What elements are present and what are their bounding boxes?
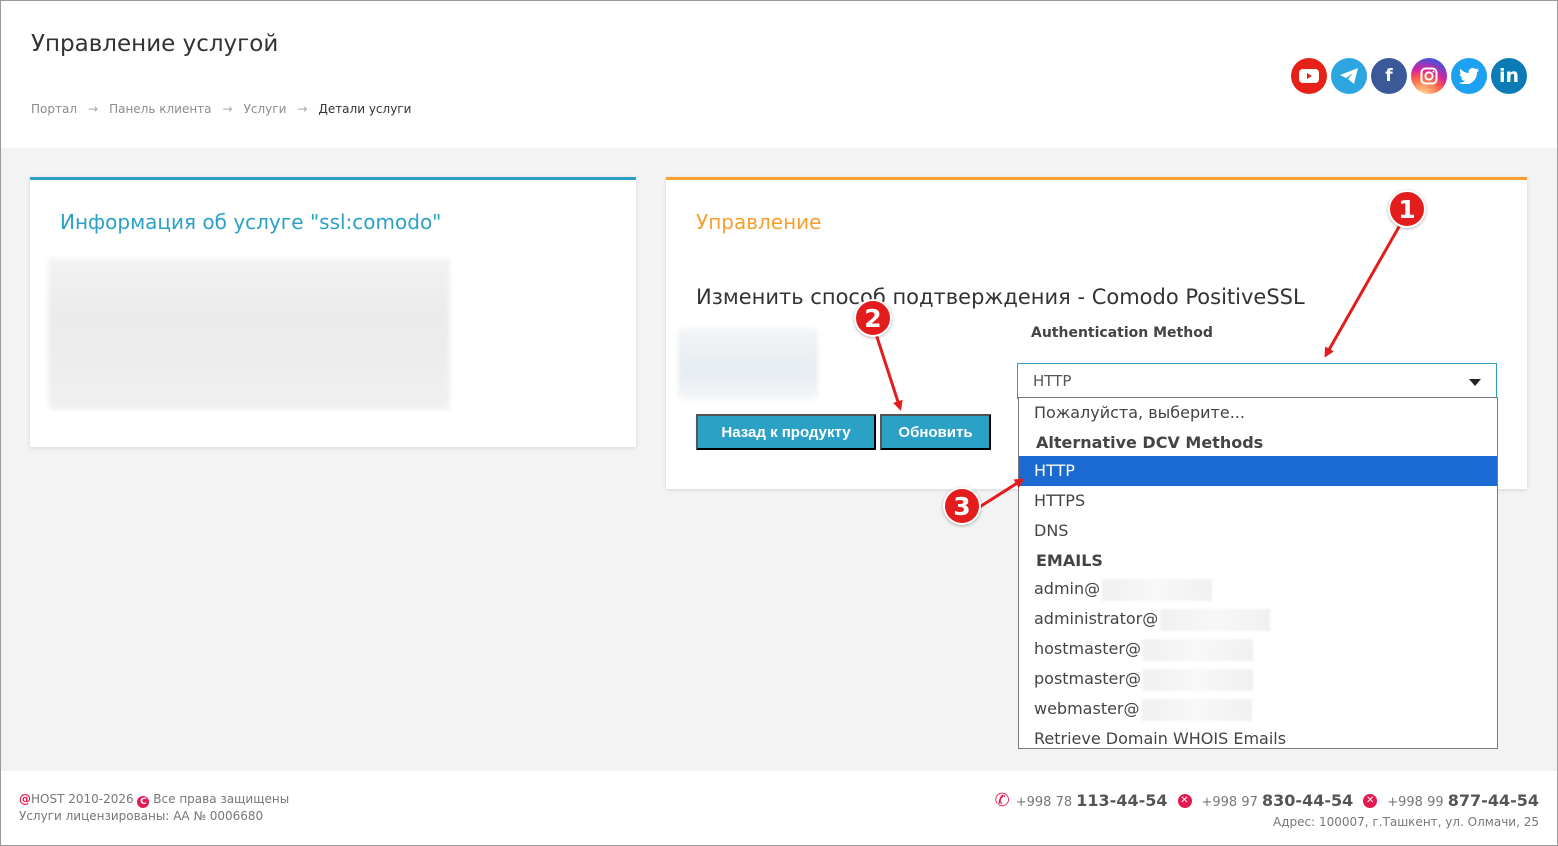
email-prefix: hostmaster@ xyxy=(1034,639,1141,658)
dropdown-group-emails: EMAILS xyxy=(1036,551,1103,570)
copyright-text: HOST 2010-2026 xyxy=(31,792,134,806)
dropdown-option-postmaster-email[interactable]: postmaster@ xyxy=(1019,664,1497,694)
annotation-marker-2: 2 xyxy=(854,299,892,337)
dropdown-option-hostmaster-email[interactable]: hostmaster@ xyxy=(1019,634,1497,664)
back-to-product-button[interactable]: Назад к продукту xyxy=(696,414,876,450)
auth-method-label: Authentication Method xyxy=(1031,325,1213,341)
instagram-icon[interactable] xyxy=(1411,58,1447,94)
dropdown-option-whois[interactable]: Retrieve Domain WHOIS Emails xyxy=(1019,724,1497,754)
separator-icon: ✕ xyxy=(1177,793,1192,808)
social-links: f in xyxy=(1291,58,1527,94)
annotation-marker-1: 1 xyxy=(1388,190,1426,228)
auth-method-value: HTTP xyxy=(1033,372,1072,390)
breadcrumb-arrow-icon: → xyxy=(297,102,308,116)
service-info-panel: Информация об услуге "ssl:comodo" xyxy=(30,177,636,447)
license-text: Услуги лицензированы: АА № 0006680 xyxy=(19,809,264,823)
page-footer: @HOST 2010-2026 C Все права защищены Усл… xyxy=(1,771,1557,845)
blurred-domain xyxy=(1142,638,1253,661)
brand-at-symbol: @ xyxy=(19,792,31,806)
email-prefix: postmaster@ xyxy=(1034,669,1141,688)
breadcrumb: Портал → Панель клиента → Услуги → Детал… xyxy=(31,102,411,116)
dropdown-option-dns[interactable]: DNS xyxy=(1019,516,1497,546)
phone-2[interactable]: +998 97 830-44-54 xyxy=(1202,791,1354,810)
twitter-icon[interactable] xyxy=(1451,58,1487,94)
update-button[interactable]: Обновить xyxy=(880,414,991,450)
phone-1[interactable]: +998 78 113-44-54 xyxy=(1016,791,1168,810)
facebook-icon[interactable]: f xyxy=(1371,58,1407,94)
caret-down-icon xyxy=(1469,379,1481,386)
phone-3[interactable]: +998 99 877-44-54 xyxy=(1387,791,1539,810)
breadcrumb-current: Детали услуги xyxy=(318,102,412,116)
service-info-title: Информация об услуге "ssl:comodo" xyxy=(60,210,442,234)
footer-contacts: ✆ +998 78 113-44-54 ✕ +998 97 830-44-54 … xyxy=(995,790,1539,829)
blurred-domain xyxy=(1102,578,1213,601)
page-title: Управление услугой xyxy=(31,31,279,57)
dropdown-option-https[interactable]: HTTPS xyxy=(1019,486,1497,516)
address-text: Адрес: 100007, г.Ташкент, ул. Олмачи, 25 xyxy=(1273,815,1539,829)
breadcrumb-arrow-icon: → xyxy=(222,102,233,116)
management-title: Управление xyxy=(696,210,822,234)
change-validation-title: Изменить способ подтверждения - Comodo P… xyxy=(696,285,1305,309)
telegram-icon[interactable] xyxy=(1331,58,1367,94)
blurred-domain xyxy=(1142,668,1253,691)
dropdown-option-placeholder[interactable]: Пожалуйста, выберите... xyxy=(1019,398,1497,428)
dropdown-option-http[interactable]: HTTP xyxy=(1019,456,1497,486)
dropdown-option-admin-email[interactable]: admin@ xyxy=(1019,574,1497,604)
phone-icon: ✆ xyxy=(994,790,1010,811)
annotation-marker-3: 3 xyxy=(943,487,981,525)
auth-method-dropdown: Пожалуйста, выберите... Alternative DCV … xyxy=(1018,397,1498,749)
youtube-icon[interactable] xyxy=(1291,58,1327,94)
dropdown-option-webmaster-email[interactable]: webmaster@ xyxy=(1019,694,1497,724)
email-prefix: administrator@ xyxy=(1034,609,1159,628)
auth-method-select[interactable]: HTTP xyxy=(1017,363,1497,399)
email-prefix: admin@ xyxy=(1034,579,1101,598)
footer-copyright: @HOST 2010-2026 C Все права защищены Усл… xyxy=(19,791,289,825)
rights-text: Все права защищены xyxy=(153,792,290,806)
blurred-domain xyxy=(1160,608,1271,631)
breadcrumb-arrow-icon: → xyxy=(88,102,99,116)
separator-icon: ✕ xyxy=(1363,793,1378,808)
breadcrumb-portal[interactable]: Портал xyxy=(31,102,77,116)
blurred-service-details xyxy=(48,258,450,410)
blurred-domain-info xyxy=(678,328,818,400)
breadcrumb-client-panel[interactable]: Панель клиента xyxy=(109,102,211,116)
dropdown-option-administrator-email[interactable]: administrator@ xyxy=(1019,604,1497,634)
email-prefix: webmaster@ xyxy=(1034,699,1140,718)
page-header: Управление услугой Портал → Панель клиен… xyxy=(1,1,1557,148)
copyright-icon: C xyxy=(137,796,150,808)
blurred-domain xyxy=(1141,698,1252,721)
breadcrumb-services[interactable]: Услуги xyxy=(244,102,287,116)
linkedin-icon[interactable]: in xyxy=(1491,58,1527,94)
dropdown-group-dcv: Alternative DCV Methods xyxy=(1036,433,1264,452)
